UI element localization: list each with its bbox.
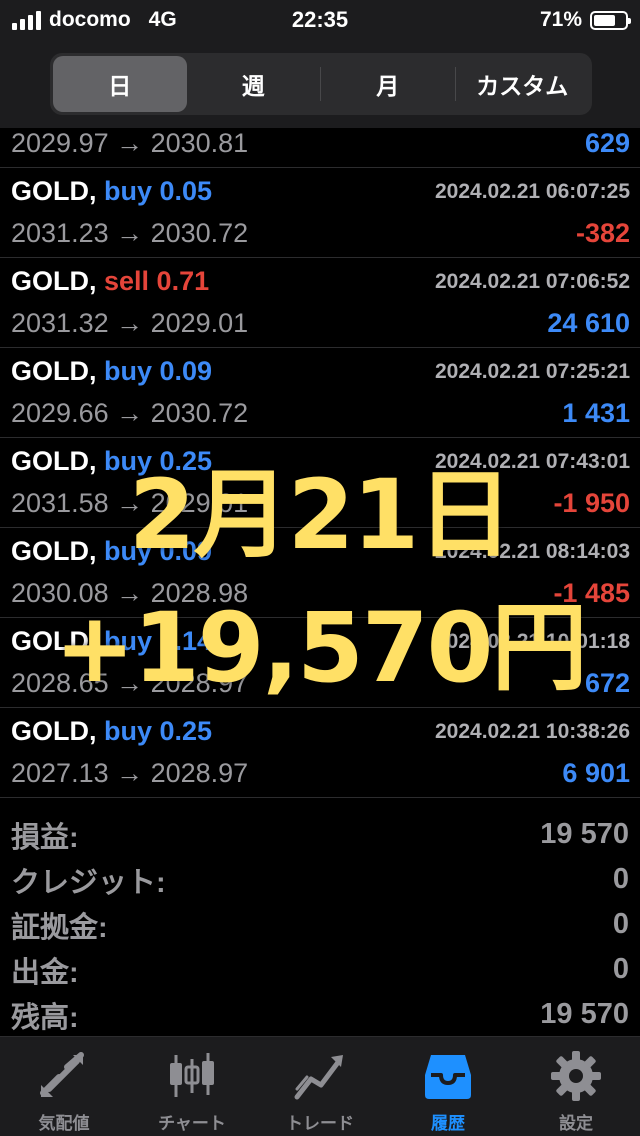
summary-value: 19 570 (540, 818, 629, 850)
summary-value: 0 (612, 863, 629, 895)
carrier-label: docomo (49, 8, 131, 31)
trade-prices: 2027.13 → 2028.97 (11, 758, 249, 788)
summary-label: 損益: (11, 821, 79, 854)
summary-credit: クレジット: 0 (0, 857, 640, 902)
summary-value: 0 (612, 953, 629, 985)
summary-withdrawal: 出金: 0 (0, 947, 640, 992)
trade-profit: 24 610 (547, 308, 630, 338)
trade-side-volume: buy 0.09 (104, 356, 213, 386)
network-label: 4G (148, 8, 177, 31)
trade-prices: 2029.97 → 2030.81 (11, 128, 249, 158)
tab-label: 履歴 (431, 1114, 465, 1133)
signal-icon (12, 10, 41, 30)
tab-bar: 気配値 チャート トレード 履歴 設定 (0, 1036, 640, 1136)
table-row[interactable]: GOLD, buy 0.05 2024.02.21 06:07:25 2031.… (0, 168, 640, 258)
trade-prices: 2029.66 → 2030.72 (11, 398, 249, 428)
trade-symbol: GOLD, (11, 356, 97, 386)
tab-quotes[interactable]: 気配値 (0, 1037, 128, 1136)
trade-time: 2024.02.21 06:07:25 (435, 180, 630, 203)
table-row[interactable]: GOLD, buy 0.09 2024.02.21 07:25:21 2029.… (0, 348, 640, 438)
quotes-icon (40, 1052, 84, 1097)
trade-profit: 629 (584, 128, 630, 158)
trade-symbol: GOLD, (11, 176, 97, 206)
summary-profit: 損益: 19 570 (0, 812, 640, 857)
header: 日 週 月 カスタム (0, 40, 640, 128)
trade-time: 2024.02.21 07:25:21 (435, 360, 630, 383)
summary-balance: 残高: 19 570 (0, 992, 640, 1037)
status-time: 22:35 (291, 7, 349, 32)
trade-side-volume: buy 0.25 (104, 716, 213, 746)
summary-label: 証拠金: (11, 911, 108, 944)
summary-label: 出金: (11, 956, 79, 989)
trade-time: 2024.02.21 10:38:26 (435, 720, 630, 743)
trade-profit: -382 (575, 218, 630, 248)
tab-chart[interactable]: チャート (128, 1037, 256, 1136)
battery-percent: 71% (539, 8, 582, 31)
trade-side-volume: sell 0.71 (104, 266, 210, 296)
summary-margin: 証拠金: 0 (0, 902, 640, 947)
tab-label: チャート (158, 1114, 226, 1133)
gear-icon (551, 1051, 601, 1101)
table-row[interactable]: 2029.97 → 2030.81 629 (0, 128, 640, 168)
trade-symbol: GOLD, (11, 266, 97, 296)
tab-history[interactable]: 履歴 (384, 1037, 512, 1136)
tab-label: 設定 (559, 1114, 593, 1133)
tab-label: トレード (286, 1114, 354, 1133)
table-row[interactable]: GOLD, buy 0.25 2024.02.21 10:38:26 2027.… (0, 708, 640, 798)
status-bar: docomo 4G 22:35 71% (0, 0, 640, 40)
segment-day[interactable]: 日 (53, 56, 187, 112)
trade-profit: 6 901 (562, 758, 630, 788)
segment-week[interactable]: 週 (187, 56, 321, 112)
battery-icon (590, 10, 631, 30)
summary-label: 残高: (11, 1001, 79, 1034)
segment-month[interactable]: 月 (321, 56, 455, 112)
table-row[interactable]: GOLD, sell 0.71 2024.02.21 07:06:52 2031… (0, 258, 640, 348)
trade-time: 2024.02.21 07:06:52 (435, 270, 630, 293)
trade-side-volume: buy 0.05 (104, 176, 213, 206)
period-segmented-control: 日 週 月 カスタム (50, 53, 592, 115)
tab-settings[interactable]: 設定 (512, 1037, 640, 1136)
overlay-date: 2月21日 (128, 459, 513, 571)
summary-label: クレジット: (11, 866, 166, 899)
overlay-amount: +19,570円 (54, 592, 588, 704)
tab-trade[interactable]: トレード (256, 1037, 384, 1136)
candlestick-icon (170, 1053, 214, 1097)
trade-prices: 2031.23 → 2030.72 (11, 218, 249, 248)
trade-symbol: GOLD, (11, 716, 97, 746)
trade-prices: 2031.32 → 2029.01 (11, 308, 249, 338)
trade-icon (294, 1055, 343, 1100)
account-summary: 損益: 19 570 クレジット: 0 証拠金: 0 出金: 0 残高: 19 … (0, 812, 640, 1037)
segment-custom[interactable]: カスタム (456, 56, 590, 112)
summary-value: 0 (612, 908, 629, 940)
tab-label: 気配値 (38, 1114, 90, 1133)
history-tray-icon (425, 1055, 471, 1099)
summary-value: 19 570 (540, 998, 629, 1030)
trade-profit: 1 431 (562, 398, 630, 428)
